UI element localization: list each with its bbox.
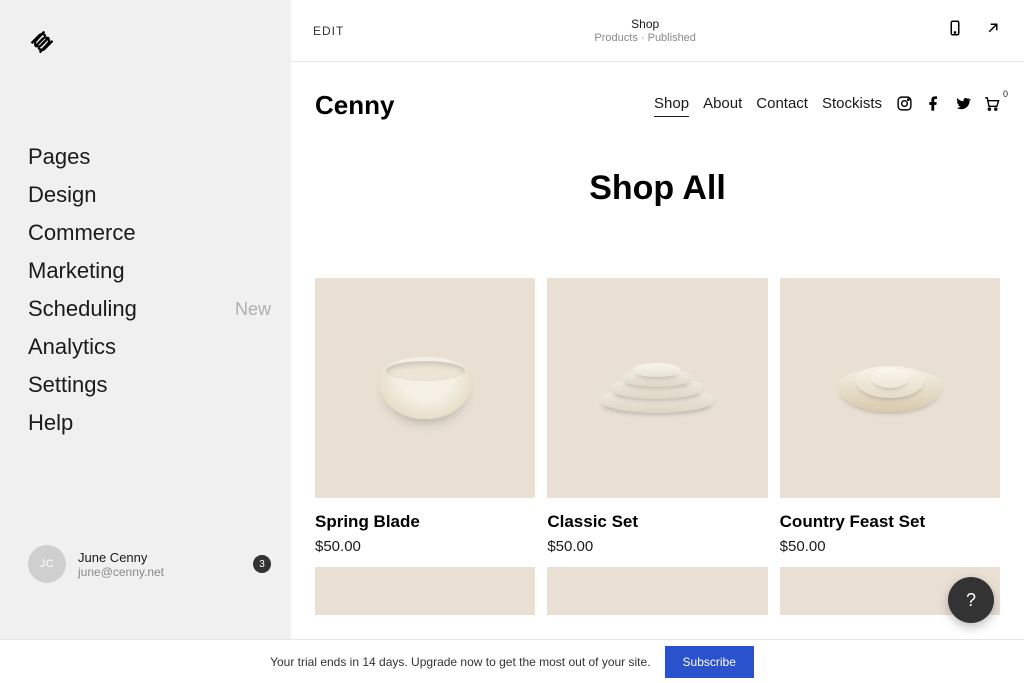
- product-card[interactable]: Spring Blade $50.00: [315, 278, 535, 555]
- product-price: $50.00: [315, 538, 535, 555]
- site-nav: Shop About Contact Stockists: [654, 95, 1000, 117]
- product-name: Country Feast Set: [780, 512, 1000, 532]
- nav-item-pages[interactable]: Pages: [28, 141, 271, 173]
- product-price: $50.00: [780, 538, 1000, 555]
- product-image: [315, 278, 535, 498]
- nav-label: Settings: [28, 372, 108, 398]
- product-image: [547, 278, 767, 498]
- site-nav-about[interactable]: About: [703, 95, 742, 116]
- nav-label: Analytics: [28, 334, 116, 360]
- twitter-icon[interactable]: [954, 95, 971, 117]
- user-name: June Cenny: [78, 550, 241, 565]
- site-nav-contact[interactable]: Contact: [756, 95, 808, 116]
- preview-panel: EDIT Shop Products · Published Cenny Sho…: [291, 0, 1024, 683]
- nav-item-help[interactable]: Help: [28, 407, 271, 439]
- nav-label: Help: [28, 410, 73, 436]
- product-image: [315, 567, 535, 615]
- plates-illustration: [600, 363, 715, 413]
- product-name: Spring Blade: [315, 512, 535, 532]
- page-title: Shop All: [315, 169, 1000, 208]
- nav-item-marketing[interactable]: Marketing: [28, 255, 271, 287]
- preview-title-sub: Products · Published: [594, 32, 696, 44]
- site-nav-shop[interactable]: Shop: [654, 95, 689, 117]
- instagram-icon[interactable]: [896, 95, 913, 117]
- nav-item-commerce[interactable]: Commerce: [28, 217, 271, 249]
- product-card[interactable]: Country Feast Set $50.00: [780, 278, 1000, 555]
- site-preview[interactable]: Cenny Shop About Contact Stockists: [291, 62, 1024, 683]
- nav-item-settings[interactable]: Settings: [28, 369, 271, 401]
- user-email: june@cenny.net: [78, 565, 241, 579]
- cart-icon[interactable]: 0: [983, 95, 1000, 117]
- product-image: [780, 278, 1000, 498]
- nav-label: Commerce: [28, 220, 136, 246]
- cart-count: 0: [1003, 89, 1008, 99]
- nav-item-scheduling[interactable]: Scheduling New: [28, 293, 271, 325]
- site-nav-stockists[interactable]: Stockists: [822, 95, 882, 116]
- product-image: [547, 567, 767, 615]
- preview-title-main: Shop: [594, 17, 696, 31]
- trial-message: Your trial ends in 14 days. Upgrade now …: [270, 655, 650, 669]
- preview-actions: [946, 19, 1002, 42]
- nested-bowls-illustration: [837, 364, 942, 412]
- product-card[interactable]: [315, 567, 535, 615]
- facebook-icon[interactable]: [925, 95, 942, 117]
- notification-badge[interactable]: 3: [253, 555, 271, 573]
- subscribe-button[interactable]: Subscribe: [665, 646, 754, 678]
- nav-label: Pages: [28, 144, 90, 170]
- edit-button[interactable]: EDIT: [313, 24, 344, 38]
- nav-label: Marketing: [28, 258, 125, 284]
- bowl-illustration: [378, 357, 473, 419]
- product-price: $50.00: [547, 538, 767, 555]
- preview-title: Shop Products · Published: [594, 17, 696, 44]
- product-card[interactable]: Classic Set $50.00: [547, 278, 767, 555]
- product-grid: Spring Blade $50.00 Classic Set $50.00: [315, 278, 1000, 615]
- nav-label: Design: [28, 182, 96, 208]
- site-header: Cenny Shop About Contact Stockists: [315, 80, 1000, 141]
- preview-header: EDIT Shop Products · Published: [291, 0, 1024, 62]
- help-button[interactable]: ?: [948, 577, 994, 623]
- nav-tag-new: New: [235, 299, 271, 320]
- product-name: Classic Set: [547, 512, 767, 532]
- trial-bar: Your trial ends in 14 days. Upgrade now …: [0, 639, 1024, 683]
- nav-label: Scheduling: [28, 296, 137, 322]
- site-social-icons: 0: [896, 95, 1000, 117]
- user-info: June Cenny june@cenny.net: [78, 550, 241, 579]
- open-external-icon[interactable]: [984, 19, 1002, 42]
- site-brand[interactable]: Cenny: [315, 90, 394, 121]
- mobile-preview-icon[interactable]: [946, 19, 964, 42]
- product-card[interactable]: [547, 567, 767, 615]
- main-nav: Pages Design Commerce Marketing Scheduli…: [0, 141, 291, 439]
- nav-item-analytics[interactable]: Analytics: [28, 331, 271, 363]
- nav-item-design[interactable]: Design: [28, 179, 271, 211]
- sidebar: Pages Design Commerce Marketing Scheduli…: [0, 0, 291, 683]
- avatar: JC: [28, 545, 66, 583]
- squarespace-logo-icon[interactable]: [28, 28, 291, 61]
